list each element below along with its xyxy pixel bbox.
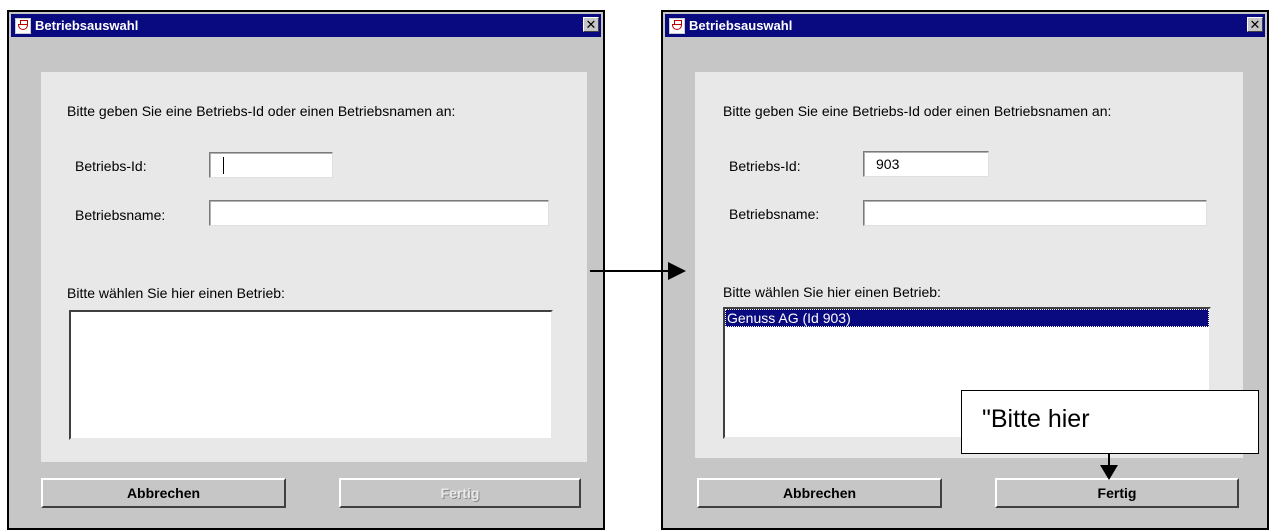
arrow-right-icon — [590, 270, 668, 272]
betriebs-id-value: 903 — [876, 156, 900, 172]
application-icon — [15, 17, 31, 34]
form-panel: Bitte geben Sie eine Betriebs-Id oder ei… — [41, 72, 587, 462]
prompt-text: Bitte geben Sie eine Betriebs-Id oder ei… — [67, 103, 456, 119]
cancel-button[interactable]: Abbrechen — [697, 478, 942, 508]
done-button[interactable]: Fertig — [339, 478, 581, 508]
dialog-title: Betriebsauswahl — [689, 18, 793, 33]
callout-box: "Bitte hier — [961, 390, 1259, 454]
betriebsname-input[interactable] — [209, 200, 549, 226]
title-bar: Betriebsauswahl ✕ — [665, 14, 1265, 37]
close-icon[interactable]: ✕ — [583, 17, 599, 32]
done-button[interactable]: Fertig — [995, 478, 1239, 508]
application-icon — [669, 17, 685, 34]
betrieb-list[interactable] — [69, 310, 553, 440]
title-bar: Betriebsauswahl ✕ — [11, 14, 601, 37]
name-label: Betriebsname: — [75, 207, 166, 223]
cancel-button[interactable]: Abbrechen — [41, 478, 286, 508]
callout-arrow-head — [1100, 465, 1118, 480]
list-item-selected[interactable]: Genuss AG (Id 903) — [725, 309, 1209, 327]
close-icon[interactable]: ✕ — [1247, 17, 1263, 32]
betriebs-id-input[interactable]: 903 — [863, 151, 989, 177]
betriebs-id-input[interactable] — [209, 152, 333, 178]
id-label: Betriebs-Id: — [75, 158, 147, 174]
text-caret — [223, 157, 224, 174]
prompt-text: Bitte geben Sie eine Betriebs-Id oder ei… — [723, 103, 1112, 119]
name-label: Betriebsname: — [729, 206, 820, 222]
callout-text: "Bitte hier — [982, 405, 1090, 433]
arrow-head — [668, 262, 686, 280]
list-label: Bitte wählen Sie hier einen Betrieb: — [67, 285, 285, 301]
list-label: Bitte wählen Sie hier einen Betrieb: — [723, 284, 941, 300]
betriebsname-input[interactable] — [863, 200, 1207, 226]
id-label: Betriebs-Id: — [729, 158, 801, 174]
dialog-title: Betriebsauswahl — [35, 18, 139, 33]
dialog-left: Betriebsauswahl ✕ Bitte geben Sie eine B… — [7, 10, 605, 530]
